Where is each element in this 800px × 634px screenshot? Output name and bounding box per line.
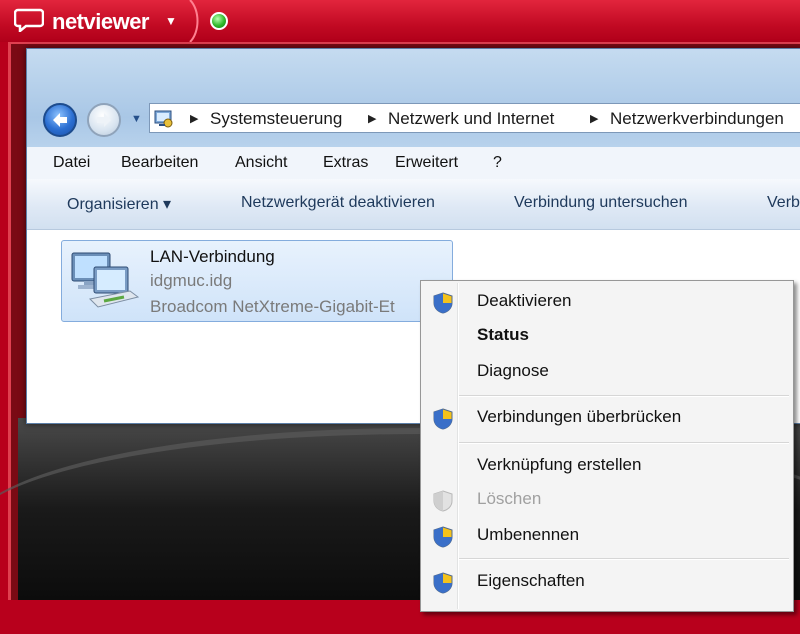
- menu-item-loeschen: Löschen: [421, 485, 793, 515]
- forward-arrow-icon: [97, 113, 111, 127]
- control-panel-icon: [154, 110, 173, 128]
- uac-shield-icon: [433, 572, 453, 594]
- lan-connection-item[interactable]: LAN-Verbindung idgmuc.idg Broadcom NetXt…: [61, 240, 453, 322]
- command-bar: Organisieren ▾ Netzwerkgerät deaktiviere…: [27, 179, 800, 230]
- breadcrumb-separator-icon[interactable]: ▶: [368, 112, 376, 125]
- history-dropdown-icon[interactable]: ▼: [131, 113, 142, 125]
- connection-settings-button[interactable]: Verb: [767, 194, 800, 212]
- netviewer-menu-caret[interactable]: ▼: [165, 14, 177, 28]
- address-bar[interactable]: ▶ Systemsteuerung ▶ Netzwerk und Interne…: [149, 103, 800, 133]
- menu-extras[interactable]: Extras: [323, 154, 368, 172]
- uac-shield-icon: [433, 526, 453, 548]
- menu-datei[interactable]: Datei: [53, 154, 90, 172]
- back-arrow-icon: [53, 113, 67, 127]
- titlebar-divider: [189, 0, 199, 42]
- netviewer-titlebar: netviewer ▼: [0, 0, 800, 42]
- diagnose-connection-button[interactable]: Verbindung untersuchen: [514, 194, 687, 212]
- uac-shield-icon: [433, 292, 453, 314]
- speech-bubble-icon: [14, 8, 44, 32]
- network-computers-icon: [71, 252, 140, 308]
- menu-item-verknuepfung-erstellen[interactable]: Verknüpfung erstellen: [421, 451, 793, 481]
- forward-button[interactable]: [87, 103, 121, 137]
- menu-item-deaktivieren[interactable]: Deaktivieren: [421, 287, 793, 317]
- breadcrumb-systemsteuerung[interactable]: Systemsteuerung: [210, 109, 342, 129]
- window-chrome: ▼ ▶ Systemsteuerung ▶ Netzwerk und Inter…: [27, 49, 800, 147]
- context-menu: Deaktivieren Status Diagnose Verbindunge…: [420, 280, 794, 612]
- menu-item-verbindungen-ueberbruecken[interactable]: Verbindungen überbrücken: [421, 403, 793, 433]
- connection-status-icon[interactable]: [210, 12, 228, 30]
- menu-help[interactable]: ?: [493, 154, 502, 172]
- organize-button[interactable]: Organisieren ▾: [67, 194, 171, 214]
- netviewer-title: netviewer: [52, 9, 150, 34]
- deactivate-device-button[interactable]: Netzwerkgerät deaktivieren: [241, 194, 435, 212]
- menu-separator: [459, 558, 789, 560]
- breadcrumb-separator-icon[interactable]: ▶: [590, 112, 598, 125]
- menu-item-eigenschaften[interactable]: Eigenschaften: [421, 567, 793, 597]
- menu-ansicht[interactable]: Ansicht: [235, 154, 287, 172]
- connection-name: LAN-Verbindung: [150, 247, 275, 266]
- menu-separator: [459, 395, 789, 397]
- menu-separator: [459, 442, 789, 444]
- uac-shield-icon: [433, 408, 453, 430]
- breadcrumb-separator-icon[interactable]: ▶: [190, 112, 198, 125]
- menu-item-status[interactable]: Status: [421, 321, 793, 351]
- connection-network: idgmuc.idg: [150, 271, 233, 290]
- menu-bearbeiten[interactable]: Bearbeiten: [121, 154, 198, 172]
- breadcrumb-netzwerk-und-internet[interactable]: Netzwerk und Internet: [388, 109, 554, 129]
- connection-device: Broadcom NetXtreme-Gigabit-Et: [150, 297, 395, 316]
- menu-item-diagnose[interactable]: Diagnose: [421, 357, 793, 387]
- breadcrumb-netzwerkverbindungen[interactable]: Netzwerkverbindungen: [610, 109, 784, 129]
- menu-bar: Datei Bearbeiten Ansicht Extras Erweiter…: [27, 147, 800, 180]
- back-button[interactable]: [43, 103, 77, 137]
- menu-erweitert[interactable]: Erweitert: [395, 154, 458, 172]
- uac-shield-disabled-icon: [433, 490, 453, 512]
- menu-item-umbenennen[interactable]: Umbenennen: [421, 521, 793, 551]
